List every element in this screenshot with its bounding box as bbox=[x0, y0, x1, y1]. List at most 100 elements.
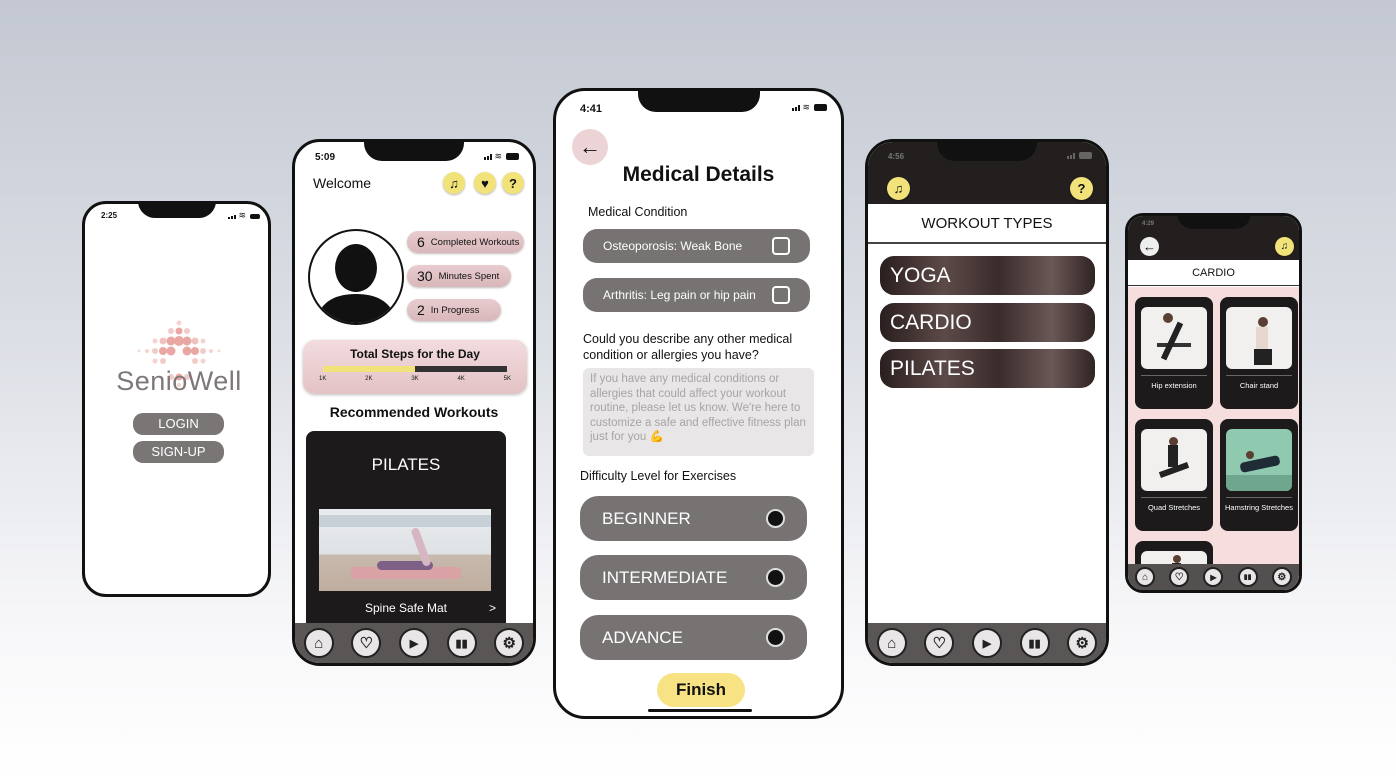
steps-title: Total Steps for the Day bbox=[350, 347, 480, 361]
brand-wordmark: SenioWell bbox=[116, 366, 242, 396]
condition-option-label: Arthritis: Leg pain or hip pain bbox=[603, 288, 756, 302]
card-divider bbox=[1141, 375, 1207, 376]
exercise-image bbox=[1141, 307, 1207, 369]
status-icons: ≋ bbox=[792, 103, 827, 112]
card-divider bbox=[1226, 375, 1292, 376]
music-icon[interactable]: ♫ bbox=[887, 177, 910, 200]
condition-option-label: Osteoporosis: Weak Bone bbox=[603, 239, 743, 253]
checkbox[interactable] bbox=[772, 286, 790, 304]
exercise-image bbox=[1226, 307, 1292, 369]
home-icon[interactable]: ⌂ bbox=[876, 628, 907, 658]
difficulty-option-label: BEGINNER bbox=[602, 508, 691, 528]
cardio-phone-screen: 4:29 ← ♫ CARDIO Hip extension Chair stan… bbox=[1125, 213, 1302, 593]
section-header: CARDIO bbox=[1128, 260, 1299, 286]
heart-icon[interactable]: ♡ bbox=[351, 628, 382, 658]
workout-type-pilates[interactable]: PILATES bbox=[880, 349, 1095, 388]
difficulty-option-label: INTERMEDIATE bbox=[602, 567, 728, 587]
phone-notch bbox=[637, 91, 760, 112]
stat-label: Minutes Spent bbox=[438, 270, 500, 282]
status-time: 4:29 bbox=[1142, 221, 1155, 227]
stat-value: 2 bbox=[417, 302, 425, 318]
finish-button[interactable]: Finish bbox=[657, 673, 745, 707]
heart-icon[interactable]: ♡ bbox=[924, 628, 955, 658]
bottom-navbar: ⌂ ♡ ▶ ▮▮ ⚙ bbox=[295, 623, 533, 663]
workout-thumbnail bbox=[319, 509, 491, 591]
gear-icon[interactable]: ⚙ bbox=[1271, 567, 1292, 587]
difficulty-option-intermediate[interactable]: INTERMEDIATE bbox=[580, 555, 807, 600]
help-icon[interactable]: ? bbox=[1070, 177, 1093, 200]
chart-icon[interactable]: ▮▮ bbox=[446, 628, 477, 658]
phone-notch bbox=[937, 142, 1037, 161]
medical-notes-textarea[interactable]: If you have any medical conditions or al… bbox=[583, 368, 814, 456]
recommended-title: Recommended Workouts bbox=[329, 404, 499, 420]
help-icon[interactable]: ? bbox=[502, 172, 524, 194]
heart-icon[interactable]: ♥ bbox=[474, 172, 496, 194]
radio-button[interactable] bbox=[766, 509, 785, 528]
page-title: Medical Details bbox=[622, 163, 775, 186]
heart-icon[interactable]: ♡ bbox=[1169, 567, 1190, 587]
login-phone-screen: 2:25 ≋ SenioWell LOGIN SIGN-UP bbox=[82, 201, 271, 597]
home-icon[interactable]: ⌂ bbox=[303, 628, 334, 658]
exercise-label: Chair stand bbox=[1239, 381, 1279, 390]
steps-tick: 3K bbox=[411, 376, 419, 382]
workout-type-yoga[interactable]: YOGA bbox=[880, 256, 1095, 295]
exercise-card[interactable]: Hamstring Stretches bbox=[1220, 419, 1298, 531]
difficulty-label: Difficulty Level for Exercises bbox=[580, 469, 737, 483]
stat-value: 6 bbox=[417, 234, 425, 250]
exercise-card[interactable]: Hip extension bbox=[1135, 297, 1213, 409]
status-time: 4:41 bbox=[580, 103, 603, 115]
difficulty-option-advance[interactable]: ADVANCE bbox=[580, 615, 807, 660]
back-arrow-icon[interactable]: ← bbox=[572, 129, 608, 165]
checkbox[interactable] bbox=[772, 237, 790, 255]
play-icon[interactable]: ▶ bbox=[971, 628, 1002, 658]
music-icon[interactable]: ♫ bbox=[1275, 237, 1294, 256]
exercise-card[interactable]: Chair stand bbox=[1220, 297, 1298, 409]
difficulty-option-beginner[interactable]: BEGINNER bbox=[580, 496, 807, 541]
exercise-grid: Hip extension Chair stand Quad Stretches bbox=[1128, 287, 1299, 590]
chart-icon[interactable]: ▮▮ bbox=[1237, 567, 1258, 587]
bottom-navbar: ⌂ ♡ ▶ ▮▮ ⚙ bbox=[1128, 564, 1299, 590]
exercise-image bbox=[1141, 429, 1207, 491]
stat-label: In Progress bbox=[430, 304, 480, 316]
phone-notch bbox=[364, 142, 464, 161]
gear-icon[interactable]: ⚙ bbox=[494, 628, 525, 658]
condition-option-arthritis[interactable]: Arthritis: Leg pain or hip pain bbox=[583, 278, 810, 312]
steps-tick: 4K bbox=[457, 376, 465, 382]
status-time: 2:25 bbox=[101, 211, 118, 220]
status-time: 5:09 bbox=[315, 152, 336, 163]
section-header: WORKOUT TYPES bbox=[868, 204, 1106, 244]
chart-icon[interactable]: ▮▮ bbox=[1019, 628, 1050, 658]
exercise-label: Quad Stretches bbox=[1147, 503, 1201, 512]
login-button[interactable]: LOGIN bbox=[133, 413, 224, 435]
radio-button[interactable] bbox=[766, 628, 785, 647]
back-arrow-icon[interactable]: ← bbox=[1140, 237, 1159, 256]
play-icon[interactable]: ▶ bbox=[1203, 567, 1224, 587]
play-icon[interactable]: ▶ bbox=[398, 628, 429, 658]
welcome-text: Welcome bbox=[313, 175, 372, 191]
music-icon[interactable]: ♫ bbox=[443, 172, 465, 194]
phone-notch bbox=[1176, 216, 1251, 229]
condition-option-osteoporosis[interactable]: Osteoporosis: Weak Bone bbox=[583, 229, 810, 263]
exercise-card[interactable]: Quad Stretches bbox=[1135, 419, 1213, 531]
steps-tick: 2K bbox=[365, 376, 373, 382]
radio-button[interactable] bbox=[766, 568, 785, 587]
workout-type-cardio[interactable]: CARDIO bbox=[880, 303, 1095, 342]
exercise-image bbox=[1226, 429, 1292, 491]
gear-icon[interactable]: ⚙ bbox=[1067, 628, 1098, 658]
medical-condition-label: Medical Condition bbox=[588, 205, 688, 219]
bottom-navbar: ⌂ ♡ ▶ ▮▮ ⚙ bbox=[868, 623, 1106, 663]
medical-phone-screen: 4:41 ≋ ← Medical Details Medical Conditi… bbox=[553, 88, 844, 719]
home-icon[interactable]: ⌂ bbox=[1135, 567, 1156, 587]
workout-card-arrow-icon[interactable]: > bbox=[489, 601, 496, 615]
stat-value: 30 bbox=[417, 268, 433, 284]
workout-card-title: PILATES bbox=[371, 455, 441, 474]
phone-notch bbox=[137, 204, 216, 218]
stat-label: Completed Workouts bbox=[430, 236, 520, 248]
signup-button[interactable]: SIGN-UP bbox=[133, 441, 224, 463]
avatar bbox=[308, 229, 404, 325]
workout-types-phone-screen: 4:56 ♫ ? WORKOUT TYPES YOGA CARDIO PILAT… bbox=[865, 139, 1109, 666]
home-indicator bbox=[648, 709, 752, 712]
steps-ticks: 1K 2K 3K 4K 5K bbox=[319, 376, 511, 382]
stat-completed-workouts: 6 Completed Workouts bbox=[407, 231, 524, 253]
status-icons: ≋ bbox=[484, 152, 519, 161]
